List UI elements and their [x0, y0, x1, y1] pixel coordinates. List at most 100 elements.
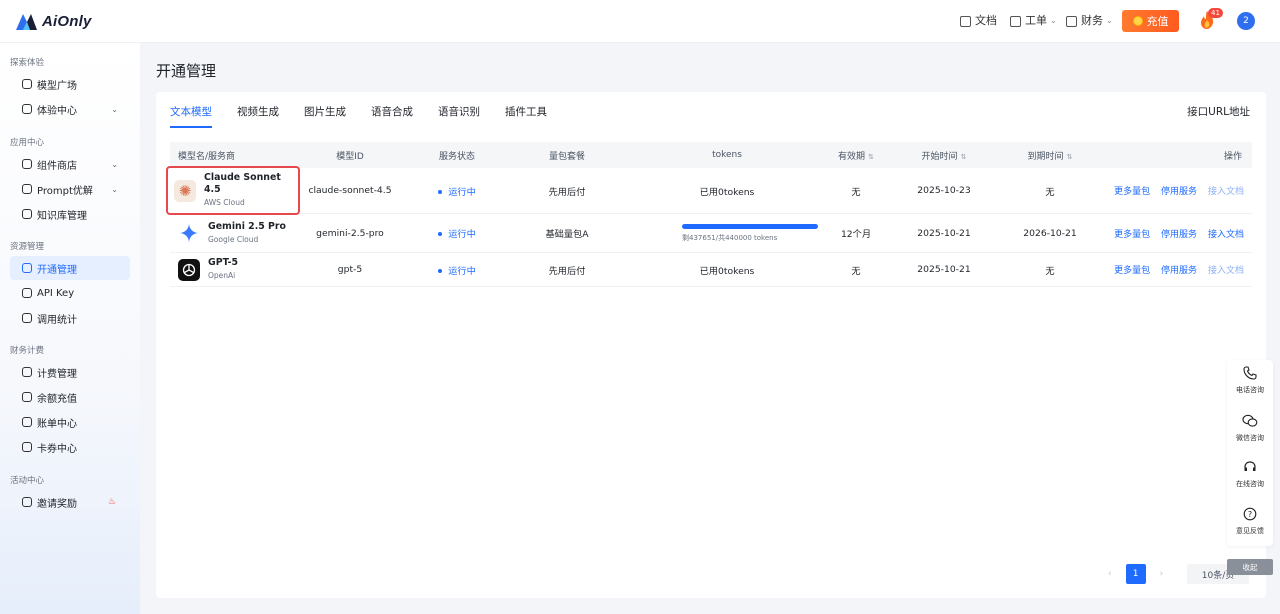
model-cell[interactable]: GPT-5 OpenAi — [170, 257, 298, 282]
model-cell[interactable]: Gemini 2.5 Pro Google Cloud — [170, 221, 298, 246]
sidebar-item-balance[interactable]: 余额充值 — [10, 385, 130, 409]
sidebar-item-knowledge[interactable]: 知识库管理 — [10, 202, 130, 226]
table-row: ✺ Claude Sonnet 4.5 AWS Cloud claude-son… — [166, 166, 1252, 215]
tokens: 已用0tokens — [622, 252, 832, 287]
model-id: gpt-5 — [298, 252, 402, 287]
tab-bar: 文本模型 视频生成 图片生成 语音合成 语音识别 插件工具 — [170, 92, 572, 128]
sidebar-item-invite[interactable]: 邀请奖励 ♨ — [10, 490, 130, 514]
end-date: 无 — [1008, 252, 1092, 287]
wechat-icon — [1242, 414, 1258, 427]
end-date: 2026-10-21 — [1008, 213, 1092, 253]
sidebar-item-label: 计费管理 — [37, 368, 77, 380]
stop-service-link[interactable]: 停用服务 — [1161, 230, 1197, 240]
validity: 12个月 — [832, 213, 880, 253]
tab-asr[interactable]: 语音识别 — [438, 92, 480, 128]
sidebar-item-model-square[interactable]: 模型广场 — [10, 72, 130, 96]
access-docs-link[interactable]: 接入文档 — [1208, 187, 1244, 197]
col-header-status: 服务状态 — [402, 142, 512, 168]
tokens: 已用0tokens — [622, 168, 832, 214]
sidebar-section-title: 资源管理 — [10, 242, 45, 252]
access-docs-link[interactable]: 接入文档 — [1208, 230, 1244, 240]
sidebar-item-label: 组件商店 — [37, 160, 77, 172]
finance-icon — [1066, 15, 1077, 27]
page-title: 开通管理 — [156, 62, 217, 80]
feedback-button[interactable]: ? 意见反馈 — [1227, 507, 1273, 536]
sidebar-item-label: Prompt优解 — [37, 185, 93, 197]
sidebar-item-label: 卡券中心 — [37, 443, 77, 455]
nav-finance[interactable]: 财务 ⌄ — [1066, 12, 1113, 28]
col-header-start[interactable]: 开始时间 ⇅ — [880, 142, 1008, 168]
tab-video[interactable]: 视频生成 — [237, 92, 279, 128]
experiment-icon — [22, 104, 32, 114]
col-header-validity[interactable]: 有效期 ⇅ — [832, 142, 880, 168]
prev-page-button[interactable]: ‹ — [1108, 569, 1112, 579]
tab-plugins[interactable]: 插件工具 — [505, 92, 547, 128]
col-header-label: 有效期 — [838, 151, 866, 162]
next-page-button[interactable]: › — [1160, 569, 1164, 579]
start-date: 2025-10-23 — [880, 168, 1008, 214]
gemini-logo-icon — [178, 222, 200, 244]
wechat-consult-button[interactable]: 微信咨询 — [1227, 414, 1273, 443]
page-1-button[interactable]: 1 — [1125, 564, 1146, 584]
balance-icon — [22, 392, 32, 402]
chevron-down-icon: ⌄ — [1050, 15, 1057, 25]
sidebar-item-prompt[interactable]: Prompt优解 ⌄ — [10, 177, 130, 201]
book-icon — [22, 209, 32, 219]
plan: 先用后付 — [512, 252, 622, 287]
sidebar-item-billing[interactable]: 计费管理 — [10, 360, 130, 384]
tab-text-model[interactable]: 文本模型 — [170, 92, 212, 128]
online-consult-button[interactable]: 在线咨询 — [1227, 460, 1273, 489]
end-date: 无 — [1008, 168, 1092, 214]
api-url-link[interactable]: 接口URL地址 — [1187, 104, 1250, 119]
more-packages-link[interactable]: 更多量包 — [1114, 266, 1150, 276]
main-card: 文本模型 视频生成 图片生成 语音合成 语音识别 插件工具 接口URL地址 模型… — [156, 92, 1266, 598]
nav-ticket[interactable]: 工单 ⌄ — [1010, 12, 1057, 28]
col-header-plan: 量包套餐 — [512, 142, 622, 168]
table-row: GPT-5 OpenAi gpt-5 运行中 先用后付 已用0tokens 无 … — [170, 252, 1252, 287]
logo[interactable]: AiOnly — [14, 11, 92, 31]
model-cell-highlighted[interactable]: ✺ Claude Sonnet 4.5 AWS Cloud — [166, 166, 300, 215]
plan: 基础量包A — [512, 213, 622, 253]
status-cell: 运行中 — [402, 168, 512, 214]
phone-consult-button[interactable]: 电话咨询 — [1227, 366, 1273, 395]
feedback-label: 意见反馈 — [1236, 527, 1264, 535]
sort-icon: ⇅ — [868, 152, 874, 161]
tab-image[interactable]: 图片生成 — [304, 92, 346, 128]
aionly-logo-icon — [16, 14, 37, 30]
sidebar-item-label: 模型广场 — [37, 80, 77, 92]
coin-icon — [1132, 16, 1143, 26]
tab-tts[interactable]: 语音合成 — [371, 92, 413, 128]
more-packages-link[interactable]: 更多量包 — [1114, 230, 1150, 240]
validity: 无 — [832, 252, 880, 287]
access-docs-link[interactable]: 接入文档 — [1208, 266, 1244, 276]
stop-service-link[interactable]: 停用服务 — [1161, 266, 1197, 276]
recharge-button[interactable]: 充值 — [1122, 10, 1179, 32]
col-header-end[interactable]: 到期时间 ⇅ — [1008, 142, 1092, 168]
stop-service-link[interactable]: 停用服务 — [1161, 187, 1197, 197]
avatar[interactable]: 2 — [1237, 12, 1255, 30]
sidebar-item-coupons[interactable]: 卡券中心 — [10, 435, 130, 459]
svg-text:?: ? — [1248, 510, 1252, 519]
status-text: 运行中 — [448, 265, 476, 277]
more-packages-link[interactable]: 更多量包 — [1114, 187, 1150, 197]
sidebar-item-bills[interactable]: 账单中心 — [10, 410, 130, 434]
sidebar-item-activation[interactable]: 开通管理 — [10, 256, 130, 280]
start-date: 2025-10-21 — [880, 252, 1008, 287]
sidebar-item-api-key[interactable]: API Key — [10, 281, 130, 305]
model-name: GPT-5 — [208, 257, 238, 268]
cube-icon — [22, 79, 32, 89]
nav-ticket-label: 工单 — [1025, 14, 1047, 27]
gift-icon — [22, 497, 32, 507]
status-cell: 运行中 — [402, 252, 512, 287]
model-provider: AWS Cloud — [204, 198, 245, 207]
bill-icon — [22, 417, 32, 427]
sidebar-item-stats[interactable]: 调用统计 — [10, 306, 130, 330]
collapse-button[interactable]: 收起 — [1227, 559, 1273, 575]
phone-consult-label: 电话咨询 — [1236, 386, 1264, 394]
sidebar-item-experience[interactable]: 体验中心 ⌄ — [10, 97, 130, 121]
nav-docs[interactable]: 文档 — [960, 12, 997, 28]
sidebar: 探索体验 模型广场 体验中心 ⌄ 应用中心 组件商店 ⌄ Prompt优解 ⌄ … — [0, 43, 140, 614]
diamond-icon — [22, 263, 32, 273]
status-cell: 运行中 — [402, 213, 512, 253]
sidebar-item-store[interactable]: 组件商店 ⌄ — [10, 152, 130, 176]
